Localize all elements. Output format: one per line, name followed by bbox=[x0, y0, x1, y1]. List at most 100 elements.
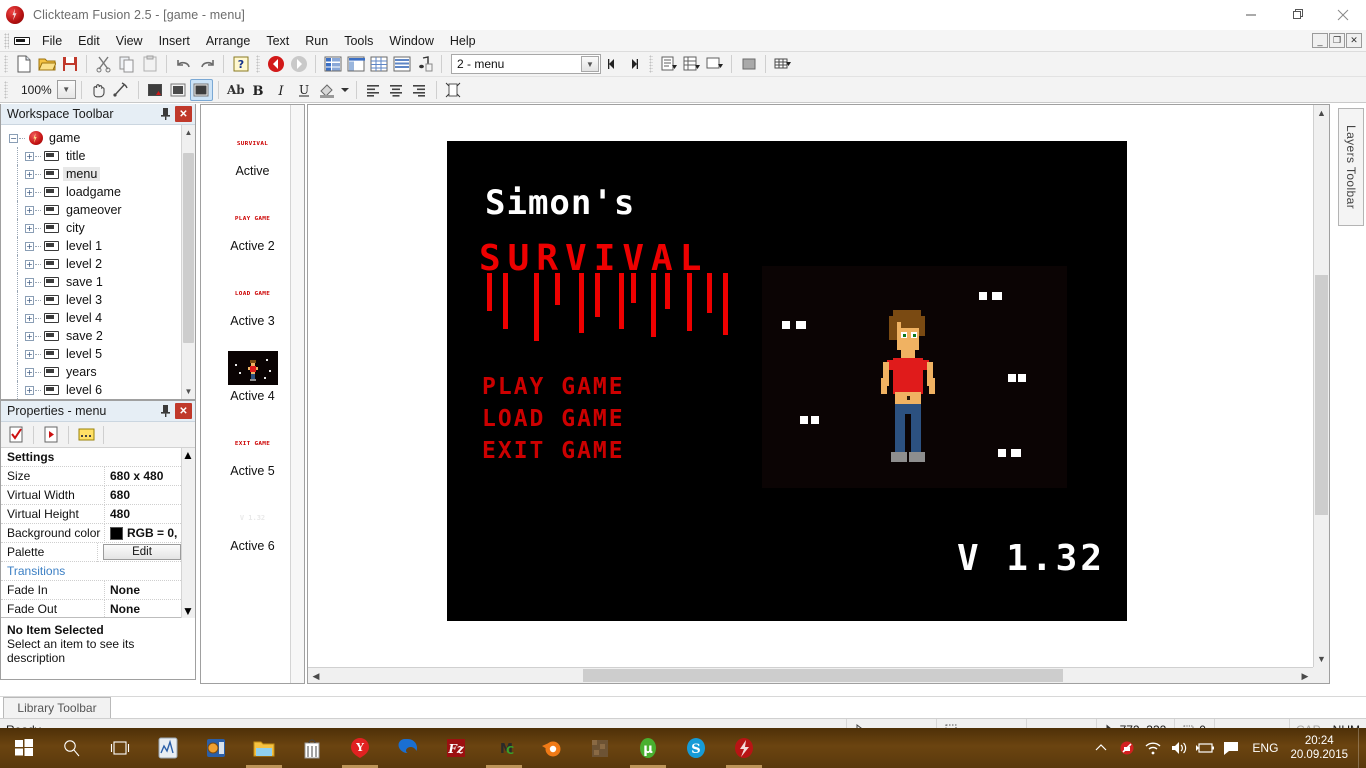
frame-selector-combo[interactable]: 2 - menu ▼ bbox=[451, 54, 601, 74]
runtime-options-tab-icon[interactable] bbox=[40, 424, 62, 446]
tree-root-game[interactable]: − game bbox=[1, 129, 181, 147]
palette-edit-button[interactable]: Edit bbox=[103, 544, 181, 560]
property-value[interactable]: 680 x 480 bbox=[105, 469, 181, 483]
minecraft-icon[interactable] bbox=[576, 728, 624, 768]
property-row-virtual-width[interactable]: Virtual Width 680 bbox=[1, 485, 181, 505]
grid-off-icon[interactable] bbox=[167, 79, 190, 101]
start-button-icon[interactable] bbox=[0, 728, 48, 768]
menu-text[interactable]: Text bbox=[258, 31, 297, 51]
clickteam-fusion-icon[interactable] bbox=[720, 728, 768, 768]
film-editor-icon[interactable] bbox=[192, 728, 240, 768]
redo-icon[interactable] bbox=[195, 53, 218, 75]
properties-pin-icon[interactable] bbox=[157, 403, 173, 419]
editor-scroll-down-icon[interactable]: ▼ bbox=[1314, 651, 1329, 667]
scroll-up-icon[interactable]: ▲ bbox=[182, 125, 195, 140]
align-right-icon[interactable] bbox=[408, 79, 431, 101]
game-subtitle-object[interactable]: SURVIVAL bbox=[479, 241, 728, 341]
menu-option-load-game[interactable]: LOAD GAME bbox=[482, 403, 625, 435]
pan-hand-icon[interactable] bbox=[87, 79, 110, 101]
clock-and-date[interactable]: 20:24 20.09.2015 bbox=[1286, 734, 1358, 762]
menu-grip-handle[interactable] bbox=[4, 32, 9, 49]
color-swatch[interactable] bbox=[110, 526, 123, 540]
edge-browser-icon[interactable] bbox=[384, 728, 432, 768]
menu-option-exit-game[interactable]: EXIT GAME bbox=[482, 435, 625, 467]
expand-icon[interactable]: + bbox=[25, 151, 34, 161]
object-item-active-5[interactable]: EXIT GAME Active 5 bbox=[201, 405, 304, 480]
properties-scroll-up-icon[interactable]: ▲ bbox=[182, 448, 195, 462]
storyboard-icon[interactable] bbox=[321, 53, 344, 75]
properties-panel-close-button[interactable]: ✕ bbox=[175, 403, 192, 419]
insert-row-icon[interactable] bbox=[680, 53, 703, 75]
previous-frame-button[interactable] bbox=[601, 53, 623, 75]
menu-file[interactable]: File bbox=[34, 31, 70, 51]
cut-scissors-icon[interactable] bbox=[92, 53, 115, 75]
property-row-fade-out[interactable]: Fade Out None bbox=[1, 599, 181, 617]
bold-icon[interactable]: B bbox=[247, 79, 270, 101]
editor-vscroll-thumb[interactable] bbox=[1315, 275, 1328, 515]
about-tab-icon[interactable] bbox=[75, 424, 97, 446]
grid-on-icon[interactable] bbox=[189, 78, 213, 101]
expand-icon[interactable]: + bbox=[25, 205, 34, 215]
frame-editor-viewport[interactable]: Simon's SURVIVAL PLAY GAME LOAD GAME EXI… bbox=[308, 105, 1313, 667]
property-value[interactable]: None bbox=[105, 602, 181, 616]
tree-item-city[interactable]: + city bbox=[1, 219, 181, 237]
utorrent-icon[interactable]: μ bbox=[624, 728, 672, 768]
task-view-icon[interactable] bbox=[96, 728, 144, 768]
paste-icon[interactable] bbox=[138, 53, 161, 75]
new-file-icon[interactable] bbox=[12, 53, 35, 75]
save-disk-icon[interactable] bbox=[58, 53, 81, 75]
battery-icon[interactable] bbox=[1192, 728, 1218, 768]
expand-icon[interactable]: + bbox=[25, 295, 34, 305]
editor-horizontal-scrollbar[interactable]: ◀ ▶ bbox=[308, 667, 1313, 683]
mc-editor-icon[interactable]: MC bbox=[480, 728, 528, 768]
align-left-icon[interactable] bbox=[362, 79, 385, 101]
scroll-down-icon[interactable]: ▼ bbox=[182, 384, 195, 399]
document-system-icon[interactable] bbox=[14, 34, 30, 47]
property-row-palette[interactable]: Palette Edit bbox=[1, 542, 181, 562]
expand-icon[interactable]: + bbox=[25, 241, 34, 251]
tree-item-level-3[interactable]: + level 3 bbox=[1, 291, 181, 309]
menu-window[interactable]: Window bbox=[381, 31, 441, 51]
properties-scrollbar[interactable]: ▲ ▼ bbox=[181, 448, 195, 618]
property-row-fade-in[interactable]: Fade In None bbox=[1, 580, 181, 600]
mdi-close-button[interactable]: ✕ bbox=[1346, 33, 1362, 48]
table-icon[interactable] bbox=[771, 53, 794, 75]
zoom-chevron-down-icon[interactable]: ▼ bbox=[56, 80, 76, 99]
open-folder-icon[interactable] bbox=[35, 53, 58, 75]
copy-icon[interactable] bbox=[115, 53, 138, 75]
next-frame-button[interactable] bbox=[623, 53, 645, 75]
object-item-active-2[interactable]: PLAY GAME Active 2 bbox=[201, 180, 304, 255]
object-item-active-4[interactable]: Active 4 bbox=[201, 330, 304, 405]
toolbar-grip-3[interactable] bbox=[649, 55, 653, 73]
expand-icon[interactable]: + bbox=[25, 349, 34, 359]
italic-icon[interactable]: I bbox=[270, 79, 293, 101]
expand-icon[interactable]: + bbox=[25, 277, 34, 287]
property-value[interactable]: None bbox=[105, 583, 181, 597]
collapse-icon[interactable]: − bbox=[9, 133, 18, 143]
object-item-active[interactable]: SURVIVAL Active bbox=[201, 105, 304, 180]
menu-insert[interactable]: Insert bbox=[151, 31, 198, 51]
mdi-minimize-button[interactable]: _ bbox=[1312, 33, 1328, 48]
tree-item-title[interactable]: + title bbox=[1, 147, 181, 165]
menu-run[interactable]: Run bbox=[297, 31, 336, 51]
action-center-icon[interactable] bbox=[1218, 728, 1244, 768]
language-indicator[interactable]: ENG bbox=[1244, 741, 1286, 755]
menu-help[interactable]: Help bbox=[442, 31, 484, 51]
forward-arrow-icon[interactable] bbox=[287, 53, 310, 75]
tree-item-level-4[interactable]: + level 4 bbox=[1, 309, 181, 327]
fill-color-icon[interactable] bbox=[316, 79, 339, 101]
minimize-button[interactable] bbox=[1228, 0, 1274, 30]
game-title-text[interactable]: Simon's bbox=[485, 183, 635, 223]
blender-icon[interactable] bbox=[528, 728, 576, 768]
character-sprite-object[interactable] bbox=[762, 266, 1067, 488]
wifi-icon[interactable] bbox=[1140, 728, 1166, 768]
menu-edit[interactable]: Edit bbox=[70, 31, 108, 51]
toolbar-grip-2[interactable] bbox=[256, 55, 260, 73]
network-off-icon[interactable] bbox=[1114, 728, 1140, 768]
workspace-scrollbar[interactable]: ▲ ▼ bbox=[181, 125, 195, 399]
maximize-button[interactable] bbox=[1274, 0, 1320, 30]
expand-icon[interactable]: + bbox=[25, 385, 34, 395]
object-item-active-3[interactable]: LOAD GAME Active 3 bbox=[201, 255, 304, 330]
frame-editor-icon[interactable] bbox=[344, 53, 367, 75]
tree-item-years[interactable]: + years bbox=[1, 363, 181, 381]
